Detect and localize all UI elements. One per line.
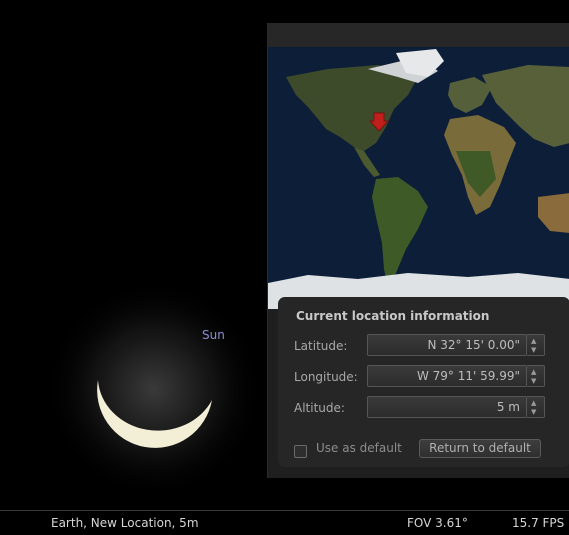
altitude-field[interactable]: 5 m: [367, 396, 527, 418]
altitude-label: Altitude:: [294, 401, 345, 415]
altitude-down-icon[interactable]: ▼: [531, 408, 536, 416]
status-fps: 15.7 FPS: [512, 516, 565, 530]
longitude-spinner[interactable]: ▲ ▼: [527, 365, 545, 387]
location-info-panel: Current location information Latitude: N…: [278, 297, 569, 467]
location-window: Current location information Latitude: N…: [267, 23, 569, 478]
window-titlebar[interactable]: [268, 23, 569, 47]
longitude-up-icon[interactable]: ▲: [531, 368, 536, 376]
return-to-default-button[interactable]: Return to default: [419, 439, 541, 458]
status-location[interactable]: Earth, New Location, 5m: [51, 516, 199, 530]
latitude-spinner[interactable]: ▲ ▼: [527, 334, 545, 356]
status-bar: Earth, New Location, 5m FOV 3.61° 15.7 F…: [0, 510, 569, 535]
latitude-down-icon[interactable]: ▼: [531, 346, 536, 354]
info-title: Current location information: [296, 309, 490, 323]
world-map[interactable]: [268, 47, 569, 309]
latitude-field[interactable]: N 32° 15' 0.00": [367, 334, 527, 356]
status-fov: FOV 3.61°: [407, 516, 468, 530]
longitude-label: Longitude:: [294, 370, 358, 384]
latitude-label: Latitude:: [294, 339, 348, 353]
longitude-field[interactable]: W 79° 11' 59.99": [367, 365, 527, 387]
sun-label[interactable]: Sun: [202, 328, 225, 342]
altitude-up-icon[interactable]: ▲: [531, 399, 536, 407]
longitude-down-icon[interactable]: ▼: [531, 377, 536, 385]
altitude-spinner[interactable]: ▲ ▼: [527, 396, 545, 418]
use-as-default-label[interactable]: Use as default: [316, 441, 402, 455]
use-as-default-checkbox[interactable]: [294, 445, 307, 458]
world-map-image: [268, 47, 569, 309]
latitude-up-icon[interactable]: ▲: [531, 337, 536, 345]
